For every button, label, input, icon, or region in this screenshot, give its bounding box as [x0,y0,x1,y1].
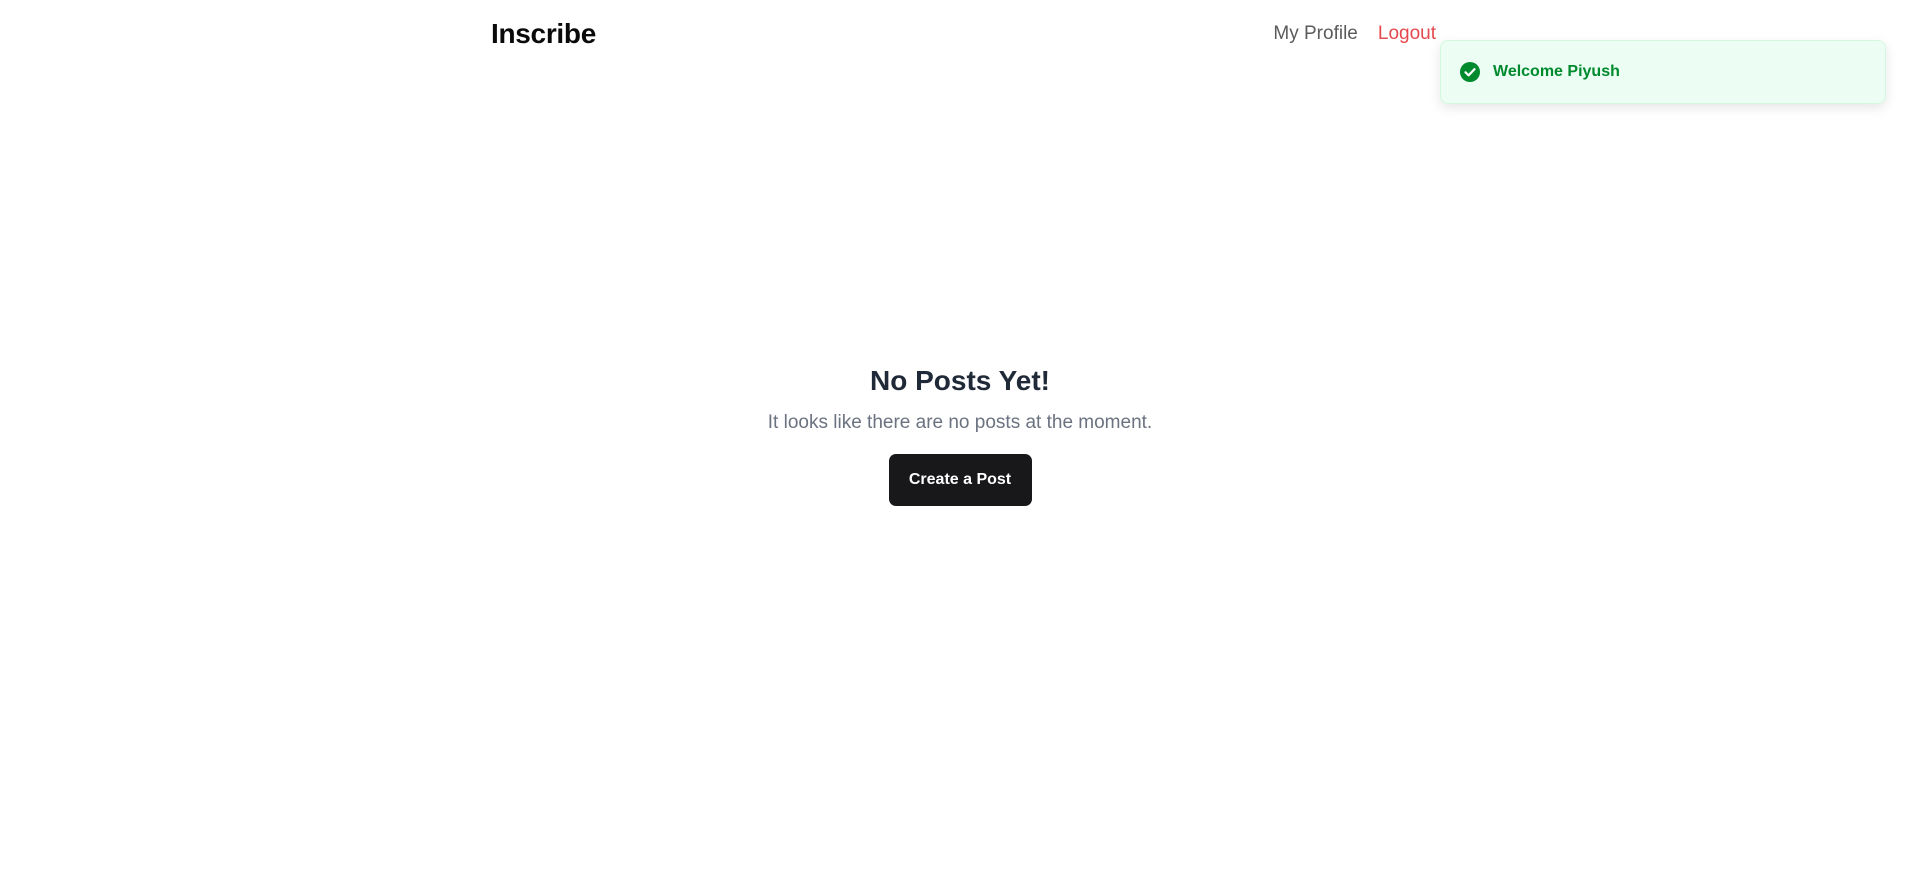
nav-links: My Profile Logout [1273,23,1436,45]
navbar: Inscribe My Profile Logout [491,0,1436,68]
brand-logo[interactable]: Inscribe [491,18,596,50]
empty-state-subtitle: It looks like there are no posts at the … [767,412,1153,433]
empty-state: No Posts Yet! It looks like there are no… [0,362,1920,506]
my-profile-link[interactable]: My Profile [1273,23,1357,45]
page: Inscribe My Profile Logout Welcome Piyus… [0,0,1920,869]
empty-state-title: No Posts Yet! [870,365,1050,396]
logout-link[interactable]: Logout [1378,23,1436,45]
create-post-button[interactable]: Create a Post [888,454,1032,506]
toast-message: Welcome Piyush [1493,63,1620,80]
welcome-toast: Welcome Piyush [1440,40,1886,104]
check-circle-icon [1459,61,1481,83]
